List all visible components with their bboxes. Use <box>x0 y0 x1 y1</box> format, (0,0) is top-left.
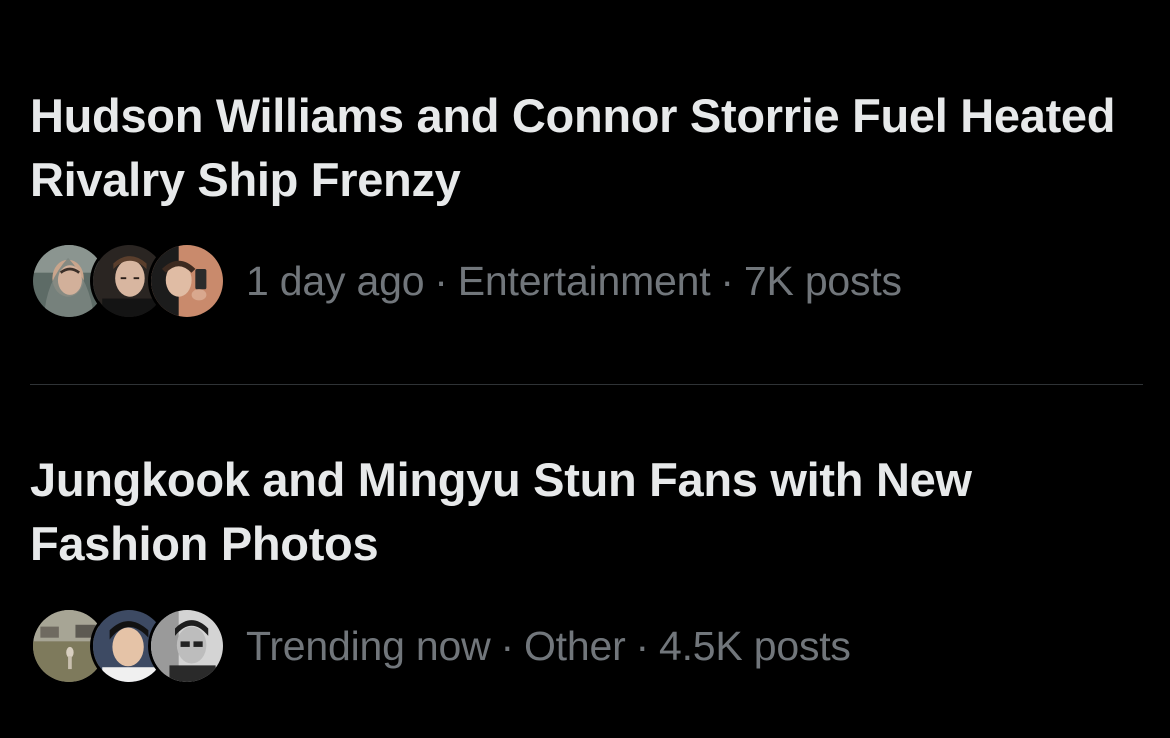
avatar-stack <box>30 604 226 688</box>
trend-item-1[interactable]: Hudson Williams and Connor Storrie Fuel … <box>30 84 1145 320</box>
trend-meta-text: Trending now · Other · 4.5K posts <box>246 623 851 670</box>
trend-category: Entertainment <box>457 257 711 304</box>
trend-meta: 1 day ago · Entertainment · 7K posts <box>30 236 902 326</box>
avatar <box>148 242 226 320</box>
trend-post-count: 7K posts <box>743 257 902 304</box>
meta-separator: · <box>434 257 448 304</box>
trending-feed: Hudson Williams and Connor Storrie Fuel … <box>0 0 1170 738</box>
trend-time: 1 day ago <box>246 257 425 304</box>
trend-meta-text: 1 day ago · Entertainment · 7K posts <box>246 258 902 305</box>
trend-headline[interactable]: Jungkook and Mingyu Stun Fans with New F… <box>30 448 1120 576</box>
trend-category: Other <box>523 622 626 669</box>
trend-meta: Trending now · Other · 4.5K posts <box>30 601 851 691</box>
meta-separator: · <box>635 622 650 669</box>
trend-item-2[interactable]: Jungkook and Mingyu Stun Fans with New F… <box>30 448 1145 685</box>
trend-post-count: 4.5K posts <box>659 622 851 669</box>
meta-separator: · <box>720 257 734 304</box>
divider <box>30 384 1143 385</box>
meta-separator: · <box>500 622 515 669</box>
avatar-stack <box>30 239 226 323</box>
avatar <box>148 607 226 685</box>
trend-time: Trending now <box>246 622 491 669</box>
trend-headline[interactable]: Hudson Williams and Connor Storrie Fuel … <box>30 84 1120 212</box>
